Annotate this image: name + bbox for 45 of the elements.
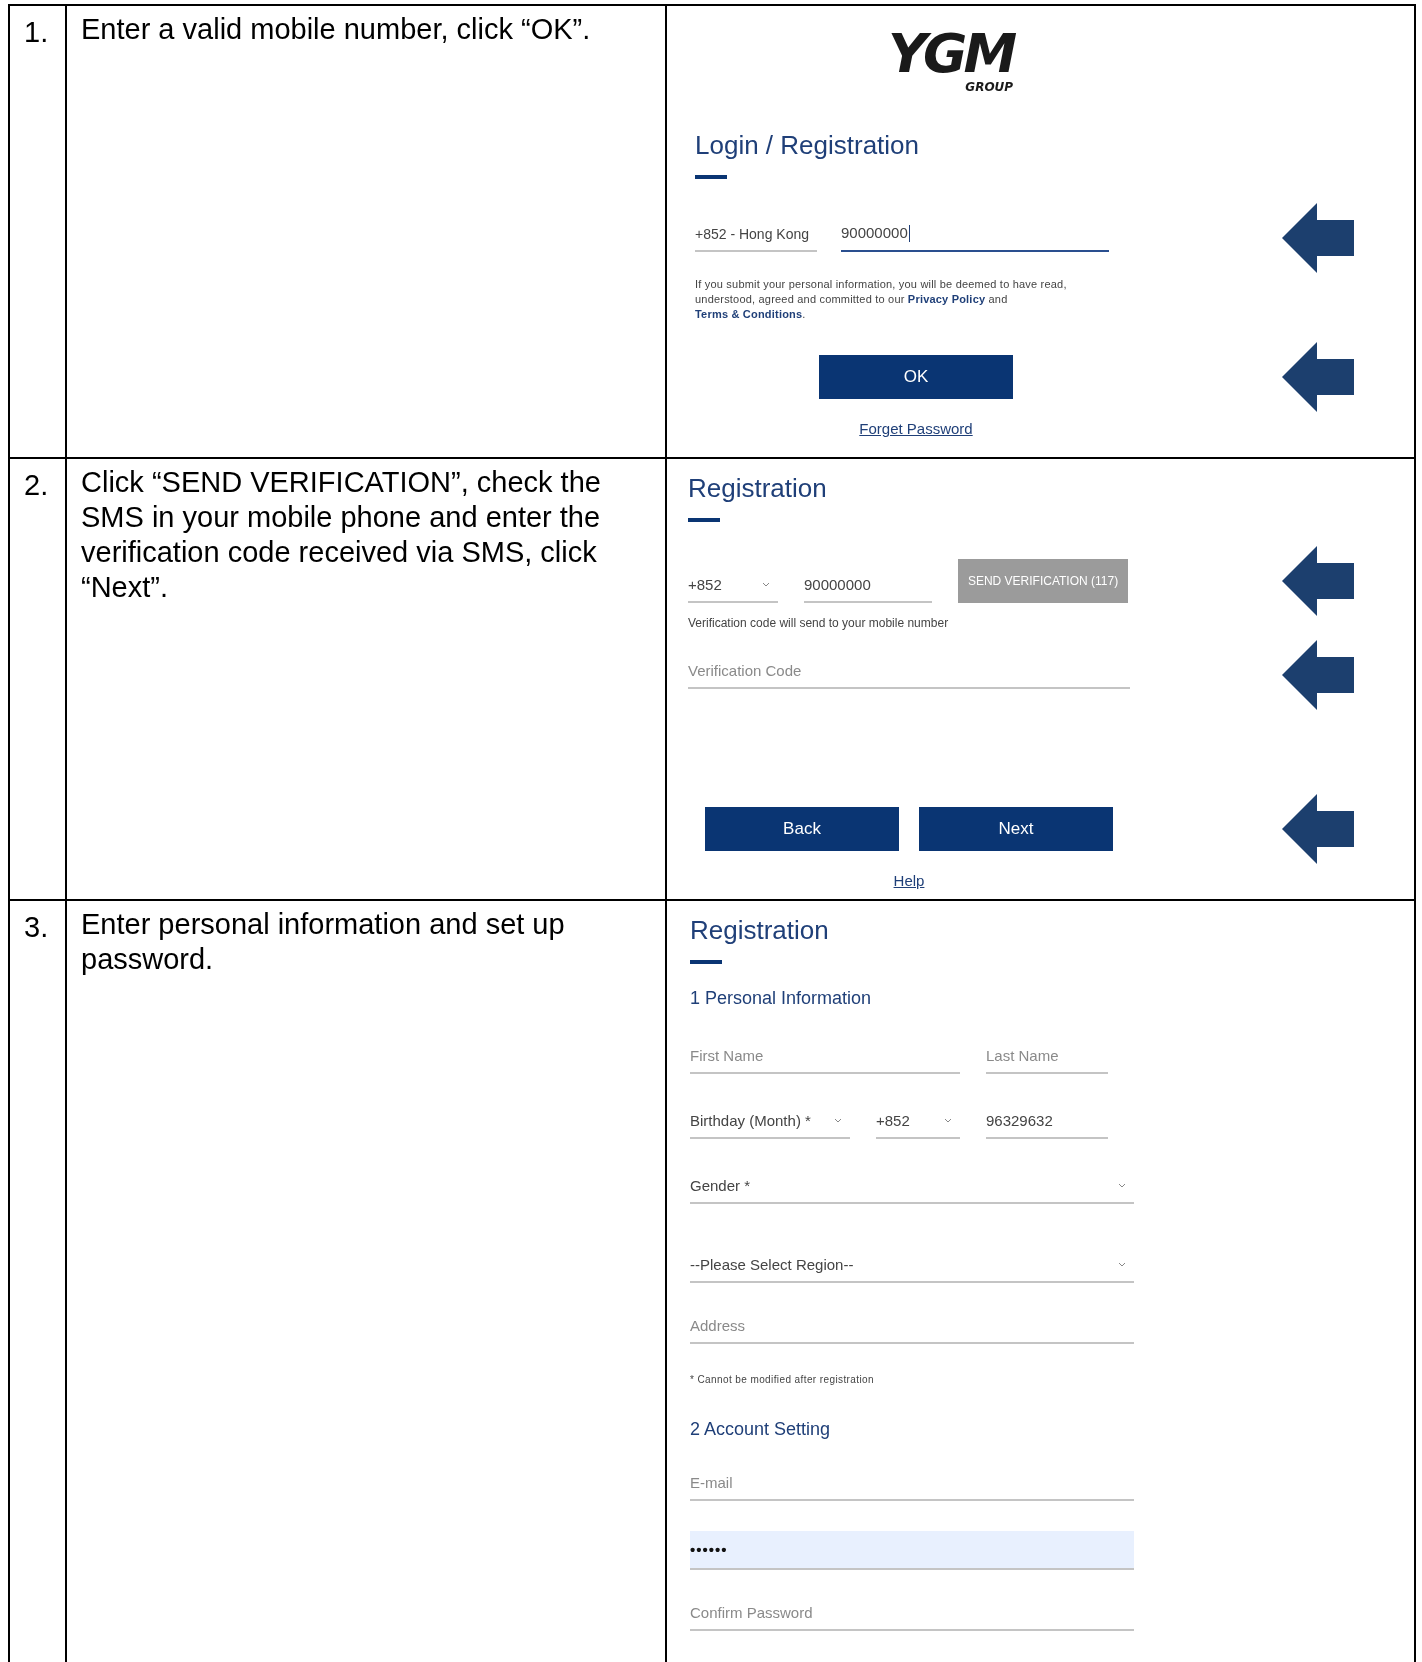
consent-notice: If you submit your personal information, you will be deemed to have read, understood, agreed and committed to our Privacy Policy and Terms & Conditions.: [695, 277, 1068, 322]
phone-input-field[interactable]: 90000000: [841, 223, 1109, 253]
section-title: 1 Personal Information: [690, 988, 872, 1009]
dropdown-select[interactable]: Gender *: [690, 1177, 1134, 1204]
step-number: 3.: [24, 911, 49, 944]
page-heading: Login / Registration: [695, 130, 920, 161]
heading-underline: [695, 175, 727, 179]
input-field[interactable]: Verification Code: [688, 661, 1130, 689]
country-select[interactable]: +852: [876, 1112, 960, 1139]
password-field[interactable]: ••••••: [690, 1531, 1134, 1570]
step-instruction: Click “SEND VERIFICATION”, check the SMS in your mobile phone and enter the verification code received via SMS, click “Next”.: [81, 465, 602, 605]
chevron-down-icon: [834, 1118, 842, 1123]
logo-subtitle: GROUP: [965, 81, 1014, 94]
chevron-down-icon: [1118, 1183, 1126, 1188]
section-title: 2 Account Setting: [690, 1419, 831, 1440]
phone-input-field[interactable]: 90000000: [804, 576, 932, 603]
input-field[interactable]: Address: [690, 1317, 1134, 1344]
step-instruction: Enter personal information and set up password.: [81, 907, 566, 977]
page-heading: Registration: [690, 915, 829, 946]
text-link[interactable]: Forget Password: [859, 420, 973, 437]
phone-input-field[interactable]: 96329632: [986, 1112, 1108, 1139]
logo-text: YGM: [888, 28, 1014, 80]
chevron-down-icon: [944, 1118, 952, 1123]
input-field[interactable]: Confirm Password: [690, 1604, 1134, 1631]
step-instruction: Enter a valid mobile number, click “OK”.: [81, 12, 592, 47]
text-link[interactable]: Help: [893, 872, 925, 889]
action-button[interactable]: OK: [819, 355, 1013, 399]
country-select[interactable]: +852: [688, 576, 778, 603]
action-button[interactable]: Back: [705, 807, 899, 851]
chevron-down-icon: [762, 582, 770, 587]
dropdown-select[interactable]: --Please Select Region--: [690, 1256, 1134, 1283]
country-select[interactable]: +852 - Hong Kong: [695, 226, 817, 253]
action-button[interactable]: Next: [919, 807, 1113, 851]
heading-underline: [688, 518, 720, 522]
step-number: 2.: [24, 469, 49, 502]
page-heading: Registration: [688, 473, 827, 504]
policy-link[interactable]: Privacy Policy: [907, 293, 986, 305]
helper-text: Verification code will send to your mobile number: [688, 616, 949, 630]
footnote-text: * Cannot be modified after registration: [690, 1374, 875, 1385]
dropdown-select[interactable]: Birthday (Month) *: [690, 1112, 850, 1139]
input-field[interactable]: Last Name: [986, 1047, 1108, 1074]
chevron-down-icon: [1118, 1262, 1126, 1267]
input-field[interactable]: First Name: [690, 1047, 960, 1074]
heading-underline: [690, 960, 722, 964]
step-number: 1.: [24, 16, 49, 49]
